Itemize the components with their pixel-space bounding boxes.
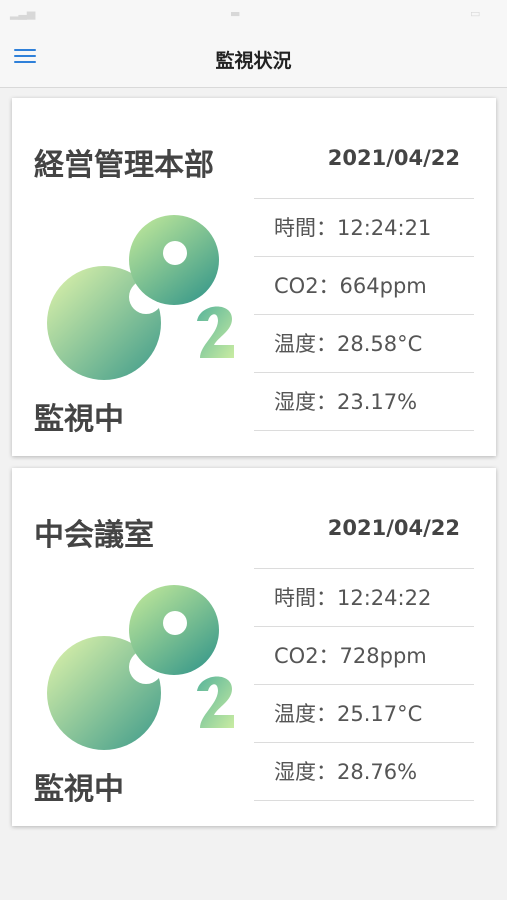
room-name: 中会議室 [34,518,154,553]
clock-icon: ▬ [230,7,241,20]
co2-reading: CO2：664ppm [254,257,474,315]
readings-list: 時間：12:24:21 CO2：664ppm 温度：28.58°C 湿度：23.… [254,198,474,431]
humidity-reading: 湿度：28.76% [254,743,474,801]
signal-icon: ▂▃▅ [10,7,36,20]
temperature-reading: 温度：28.58°C [254,315,474,373]
reading-date: 2021/04/22 [327,516,460,540]
time-reading: 時間：12:24:22 [254,569,474,627]
battery-icon: ▭ [470,7,481,20]
co2-logo-icon [47,585,234,750]
room-name: 経営管理本部 [34,148,214,183]
reading-date: 2021/04/22 [327,146,460,170]
status-bar: ▂▃▅ ▬ ▭ [0,0,507,30]
co2-reading: CO2：728ppm [254,627,474,685]
navigation-bar: 監視状況 [0,30,507,88]
time-reading: 時間：12:24:21 [254,199,474,257]
page-title: 監視状況 [215,50,292,72]
room-card[interactable]: 中会議室 2021/04/22 監視中 時間：12:24:22 CO2：728p… [12,468,496,826]
room-card[interactable]: 経営管理本部 2021/04/22 監視中 時間：12:24:21 CO2：66… [12,98,496,456]
readings-list: 時間：12:24:22 CO2：728ppm 温度：25.17°C 湿度：28.… [254,568,474,801]
humidity-reading: 湿度：23.17% [254,373,474,431]
co2-logo-icon [47,215,234,380]
temperature-reading: 温度：25.17°C [254,685,474,743]
monitoring-status: 監視中 [34,402,124,437]
monitoring-status: 監視中 [34,772,124,807]
